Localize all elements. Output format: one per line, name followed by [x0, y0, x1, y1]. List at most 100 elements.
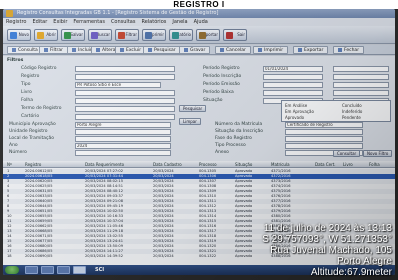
column-header[interactable]: Nº	[7, 162, 12, 167]
period-input[interactable]	[263, 74, 323, 80]
menu-item-registro[interactable]: Registro	[3, 19, 29, 25]
toolbar-button-label: Novo	[18, 32, 29, 37]
toolbar-button-novo[interactable]: Novo	[7, 29, 31, 41]
imprimir-icon	[145, 32, 152, 39]
lower-field-input[interactable]: Porto Alegre	[75, 122, 171, 128]
lower-field-label: Local de Tramitação	[9, 136, 54, 141]
menu-item-editar[interactable]: Editar	[29, 19, 50, 25]
tab-imprimir[interactable]: Imprimir	[253, 46, 289, 54]
column-header[interactable]: Data Cert.	[315, 162, 336, 167]
column-header[interactable]: Livro	[343, 162, 353, 167]
field-input[interactable]	[75, 98, 175, 104]
taskbar-app-browser[interactable]	[41, 266, 54, 274]
dropdown-option[interactable]: Em Análise	[285, 103, 307, 108]
clear-button[interactable]: Limpar	[179, 118, 201, 125]
period-input-end[interactable]	[333, 74, 389, 80]
lower-right-input[interactable]: Certificado de Registro	[285, 122, 363, 128]
dropdown-option[interactable]: Concluído	[342, 103, 362, 108]
search-button[interactable]: Pesquisar	[179, 105, 207, 112]
menu-item-relatórios[interactable]: Relatórios	[138, 19, 169, 25]
watermark-altitude: Altitude:67.9meter	[310, 267, 392, 278]
column-header[interactable]: Data Cadastro	[153, 162, 182, 167]
dropdown-option[interactable]: Indeferido	[342, 109, 362, 114]
consult-button[interactable]: Consultar	[333, 150, 361, 157]
menu-item-janela[interactable]: Janela	[169, 19, 190, 25]
toolbar-button-filtrar[interactable]: Filtrar	[115, 29, 139, 41]
lower-field-label: Unidade Registro	[9, 129, 48, 134]
toolbar-button-label: Abrir	[46, 32, 56, 37]
lower-field-input[interactable]: 2024	[75, 143, 171, 149]
toolbar-button-exportar[interactable]: Exportar	[196, 29, 220, 41]
column-header[interactable]: Data Requerimento	[85, 162, 124, 167]
menu-item-ajuda[interactable]: Ajuda	[191, 19, 211, 25]
lower-field-input[interactable]	[75, 129, 171, 135]
toolbar-button-salvar[interactable]: Salvar	[61, 29, 85, 41]
tab-icon	[96, 47, 100, 52]
watermark-coords: S 29.757093°, W 51.271353°	[262, 234, 392, 245]
watermark-street: Rua Juvenal Machado, 105	[270, 245, 392, 256]
situation-dropdown-list[interactable]: Em Análise Em Aprovação Aprovado Concluído I…	[281, 100, 391, 122]
period-input[interactable]	[263, 90, 323, 96]
grid-header: Nº Registro Data Requerimento Data Cadastro…	[3, 161, 395, 168]
tab-filtrar[interactable]: Filtrar	[39, 46, 68, 54]
lower-right-label: Fase do Registro	[215, 136, 252, 141]
tab-icon	[44, 47, 48, 52]
tab-consulta[interactable]: Consulta	[7, 46, 43, 54]
dropdown-option[interactable]: Pendente	[342, 115, 361, 120]
toolbar-button-sair[interactable]: Sair	[223, 29, 247, 41]
field-input[interactable]	[75, 74, 175, 80]
lower-right-input[interactable]	[285, 136, 363, 142]
dropdown-option[interactable]: Aprovado	[285, 115, 304, 120]
new-filter-button[interactable]: Novo Filtro	[363, 150, 393, 157]
column-header[interactable]: Registro	[25, 162, 41, 167]
tab-gravar[interactable]: Gravar	[179, 46, 211, 54]
field-input[interactable]	[75, 106, 175, 112]
tab-pesquisar[interactable]: Pesquisar	[143, 46, 181, 54]
toolbar-button-abrir[interactable]: Abrir	[34, 29, 58, 41]
field-input[interactable]	[75, 114, 175, 120]
lower-right-input[interactable]	[285, 129, 363, 135]
period-label: Período Registro	[203, 66, 240, 71]
lower-field-input[interactable]	[75, 150, 171, 156]
column-header[interactable]: Folha	[369, 162, 380, 167]
tab-excluir[interactable]: Excluir	[115, 46, 147, 54]
window-titlebar: Registro Consultas Integradas GB 1.1 - […	[3, 9, 395, 18]
start-button[interactable]	[5, 266, 19, 274]
period-input[interactable]: 01/01/2024	[263, 66, 323, 72]
column-header[interactable]: Situação	[235, 162, 252, 167]
tab-label: Exportar	[304, 48, 324, 53]
tab-fechar[interactable]: Fechar	[333, 46, 365, 54]
menu-item-ferramentas[interactable]: Ferramentas	[70, 19, 108, 25]
taskbar-app-explorer[interactable]	[25, 266, 38, 274]
period-input[interactable]	[263, 82, 323, 88]
tab-icon	[338, 47, 342, 52]
field-input[interactable]	[75, 90, 175, 96]
column-header[interactable]: Matrícula	[271, 162, 290, 167]
toolbar-button-imprimir[interactable]: Imprimir	[142, 29, 166, 41]
filter-form: Filtros Código Registro Registro Tipo PR Po…	[3, 56, 395, 161]
column-header[interactable]: Processo	[199, 162, 217, 167]
tab-icon	[298, 47, 302, 52]
dropdown-option[interactable]: Em Aprovação	[285, 109, 314, 114]
toolbar-button-relatório[interactable]: Relatório	[169, 29, 193, 41]
taskbar-app-registro[interactable]	[73, 266, 86, 274]
period-input-end[interactable]	[333, 82, 389, 88]
field-label: Cartório	[21, 114, 40, 119]
menu-item-exibir[interactable]: Exibir	[50, 19, 70, 25]
field-input[interactable]	[75, 66, 175, 72]
tab-cancelar[interactable]: Cancelar	[215, 46, 251, 54]
period-label: Período Emissão	[203, 82, 240, 87]
toolbar-button-buscar[interactable]: Buscar	[88, 29, 112, 41]
watermark-city: Porto Alegre	[336, 256, 392, 267]
menu-item-consultas[interactable]: Consultas	[108, 19, 139, 25]
period-input-end[interactable]	[333, 90, 389, 96]
tab-exportar[interactable]: Exportar	[293, 46, 329, 54]
lower-field-input[interactable]	[75, 136, 171, 142]
lower-right-label: Número da Matrícula	[215, 122, 263, 127]
taskbar-app-word[interactable]	[57, 266, 70, 274]
lower-right-input[interactable]	[285, 143, 363, 149]
tab-label: Consulta	[18, 48, 38, 53]
field-input[interactable]: PR Potoso Sitio e Esce	[75, 82, 161, 88]
period-input-end[interactable]	[333, 66, 389, 72]
tab-label: Filtrar	[50, 48, 63, 53]
